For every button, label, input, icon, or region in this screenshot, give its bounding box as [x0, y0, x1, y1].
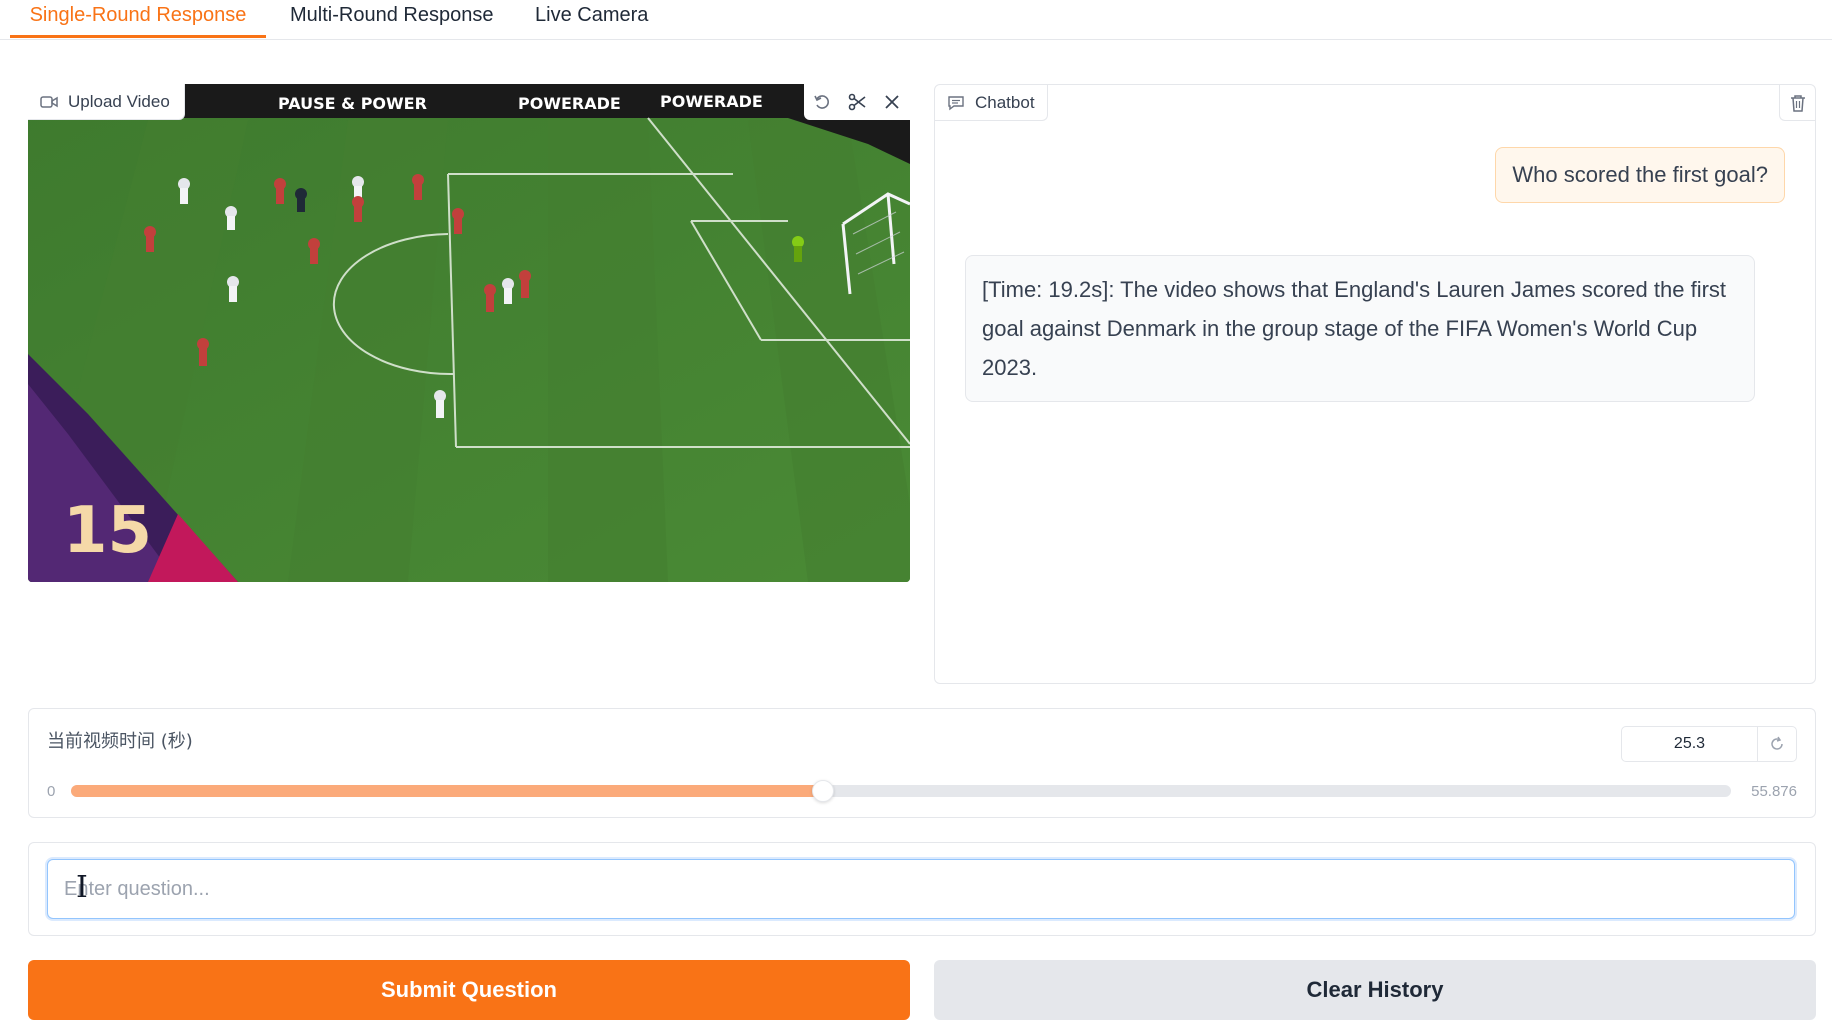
- scissors-icon[interactable]: [846, 91, 868, 113]
- video-panel: PAUSE & POWER POWERADE POWERADE 15 Uploa…: [28, 84, 910, 582]
- slider-min: 0: [47, 783, 56, 800]
- video-toolbar: [804, 84, 910, 120]
- video-time-slider-panel: 当前视频时间 (秒) 25.3 0 55.876: [28, 708, 1816, 818]
- bot-message: [Time: 19.2s]: The video shows that Engl…: [965, 255, 1755, 402]
- trash-icon[interactable]: [1779, 85, 1815, 121]
- chatbot-label: Chatbot: [935, 85, 1048, 121]
- slider-max: 55.876: [1751, 783, 1797, 800]
- chatbot-label-text: Chatbot: [975, 92, 1035, 112]
- submit-question-button[interactable]: Submit Question: [28, 960, 910, 1020]
- question-input[interactable]: [47, 859, 1795, 919]
- question-panel: [28, 842, 1816, 936]
- video-camera-icon: [40, 95, 58, 108]
- upload-video-text: Upload Video: [68, 91, 170, 111]
- slider-thumb[interactable]: [811, 780, 834, 802]
- chat-icon: [948, 95, 964, 110]
- time-value[interactable]: 25.3: [1622, 727, 1758, 761]
- text-cursor-icon: I: [76, 870, 88, 905]
- user-message: Who scored the first goal?: [1495, 147, 1785, 203]
- video-player[interactable]: PAUSE & POWER POWERADE POWERADE 15: [28, 84, 910, 582]
- slider-label: 当前视频时间 (秒): [47, 731, 193, 752]
- tab-single-round[interactable]: Single-Round Response: [10, 0, 266, 38]
- match-clock-digits: 15: [63, 494, 152, 568]
- close-icon[interactable]: [881, 91, 903, 113]
- video-frame-image: PAUSE & POWER POWERADE POWERADE 15: [28, 84, 910, 582]
- banner-text-1: PAUSE & POWER: [278, 94, 427, 113]
- slider-fill: [71, 785, 823, 797]
- upload-video-label: Upload Video: [28, 84, 185, 120]
- tab-live-camera[interactable]: Live Camera: [535, 0, 648, 38]
- tab-multi-round[interactable]: Multi-Round Response: [290, 0, 493, 38]
- reset-icon[interactable]: [1758, 727, 1796, 761]
- banner-text-2: POWERADE: [518, 94, 621, 113]
- slider-track[interactable]: [71, 780, 1731, 802]
- clear-history-button[interactable]: Clear History: [934, 960, 1816, 1020]
- chatbot-panel: Chatbot Who scored the first goal? [Time…: [934, 84, 1816, 684]
- time-number-input[interactable]: 25.3: [1621, 726, 1797, 762]
- banner-text-3: POWERADE: [660, 92, 763, 111]
- undo-icon[interactable]: [811, 91, 833, 113]
- tab-bar: Single-Round Response Multi-Round Respon…: [0, 0, 1832, 40]
